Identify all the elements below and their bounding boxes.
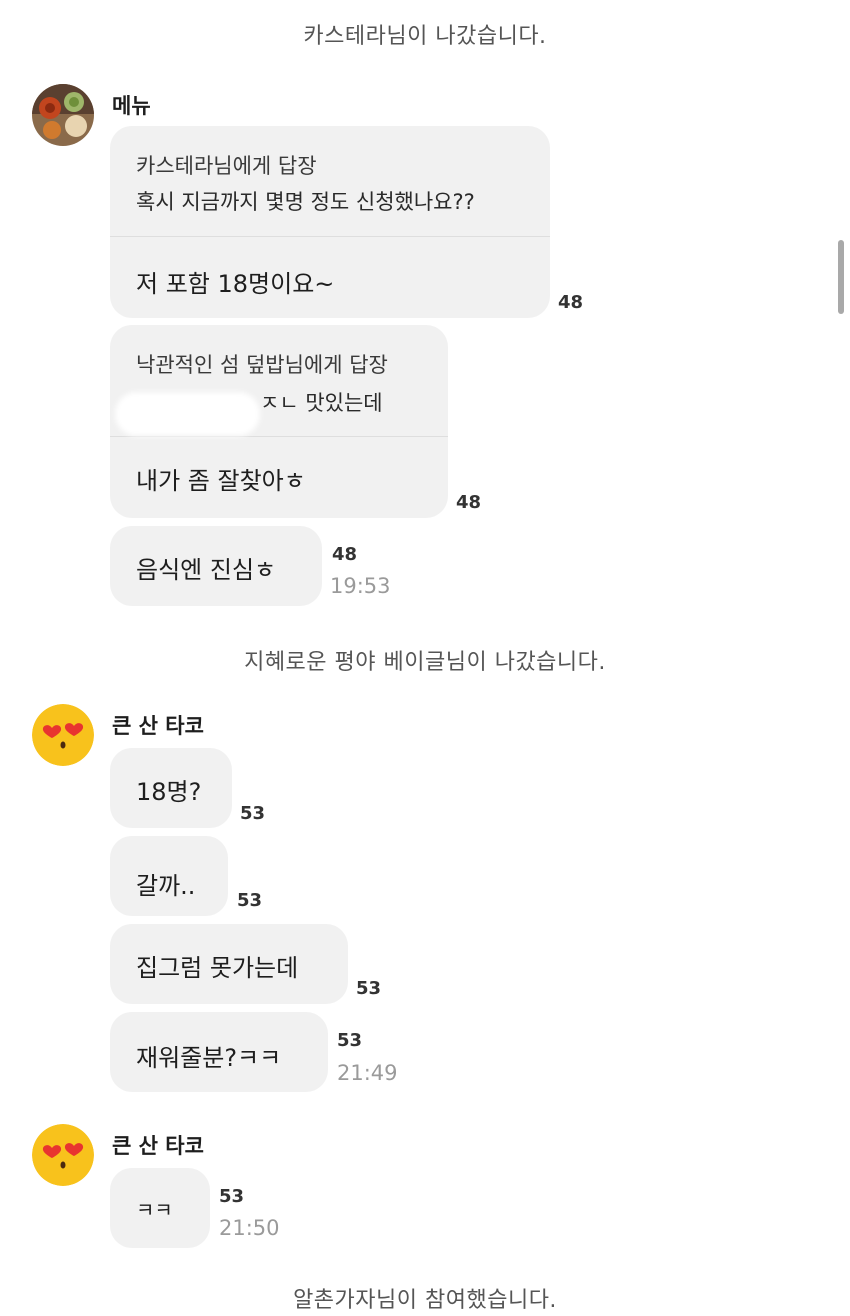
message-text: 음식엔 진심ㅎ xyxy=(136,556,277,584)
message-time: 19:53 xyxy=(330,574,391,598)
scrollbar-thumb[interactable] xyxy=(838,240,844,314)
unread-count: 53 xyxy=(237,890,263,911)
reply-divider xyxy=(110,236,550,237)
heart-eyes-emoji-avatar[interactable] xyxy=(32,704,94,766)
message-time: 21:49 xyxy=(337,1061,398,1085)
message-time: 21:50 xyxy=(219,1216,280,1240)
unread-count: 48 xyxy=(558,292,584,313)
reply-target-label: 카스테라님에게 답장 xyxy=(136,154,317,178)
message-text: 내가 좀 잘찾아ㅎ xyxy=(136,467,306,495)
message-text: 저 포함 18명이요~ xyxy=(136,270,335,298)
quoted-message: ㅈㄴ 맛있는데 xyxy=(260,391,383,415)
reply-target-label: 낙관적인 섬 덮밥님에게 답장 xyxy=(136,353,388,377)
sender-name: 큰 산 타코 xyxy=(112,1134,204,1158)
quoted-message: 혹시 지금까지 몇명 정도 신청했나요?? xyxy=(136,190,475,214)
message-text: 18명? xyxy=(136,778,202,806)
message-text: 갈까.. xyxy=(136,872,196,900)
heart-eyes-emoji-avatar[interactable] xyxy=(32,1124,94,1186)
system-message-left: 카스테라님이 나갔습니다. xyxy=(303,24,547,49)
unread-count: 53 xyxy=(337,1030,363,1051)
redaction-mark xyxy=(115,392,260,436)
message-bubble[interactable]: 재워줄분?ㅋㅋ xyxy=(110,1012,328,1092)
message-bubble[interactable]: 음식엔 진심ㅎ xyxy=(110,526,322,606)
system-message-left: 지혜로운 평야 베이글님이 나갔습니다. xyxy=(244,650,606,675)
sender-name: 큰 산 타코 xyxy=(112,714,204,738)
system-message-joined: 알촌가자님이 참여했습니다. xyxy=(293,1288,557,1313)
food-photo-avatar[interactable] xyxy=(32,84,94,146)
reply-divider xyxy=(110,436,448,437)
unread-count: 48 xyxy=(332,544,358,565)
sender-name: 메뉴 xyxy=(112,94,151,118)
message-bubble[interactable]: 갈까.. xyxy=(110,836,228,916)
message-text: 집그럼 못가는데 xyxy=(136,954,299,982)
message-bubble[interactable]: 집그럼 못가는데 xyxy=(110,924,348,1004)
reply-message-bubble[interactable]: 카스테라님에게 답장 혹시 지금까지 몇명 정도 신청했나요?? 저 포함 18… xyxy=(110,126,550,318)
message-bubble[interactable]: 18명? xyxy=(110,748,232,828)
message-text: 재워줄분?ㅋㅋ xyxy=(136,1044,282,1072)
message-text: ㅋㅋ xyxy=(136,1198,173,1222)
unread-count: 53 xyxy=(356,978,382,999)
unread-count: 53 xyxy=(240,803,266,824)
unread-count: 48 xyxy=(456,492,482,513)
message-bubble[interactable]: ㅋㅋ xyxy=(110,1168,210,1248)
unread-count: 53 xyxy=(219,1186,245,1207)
